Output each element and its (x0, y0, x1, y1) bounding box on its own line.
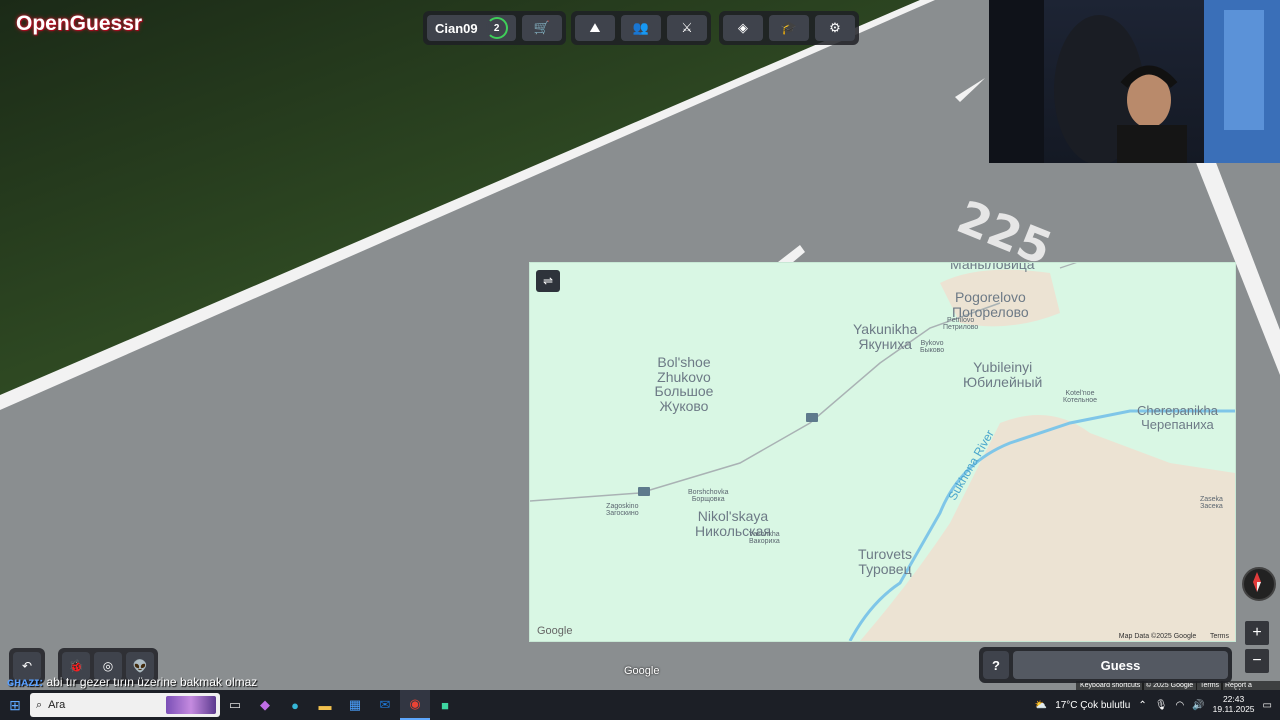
copilot-app[interactable]: ◆ (250, 690, 280, 720)
search-highlight-image (166, 696, 216, 714)
user-profile-button[interactable]: Cian09 2 (427, 15, 516, 41)
map-label-kotelnoe: Kotel'noe Котельное (1063, 390, 1097, 405)
map-label-manylovitsa: Маныловица (950, 262, 1035, 272)
taskbar-search-box[interactable]: ⌕ Ara (30, 693, 220, 717)
system-tray: ⛅ 17°C Çok bulutlu ⌃ 🎙 ◠ 🔊 22:43 19.11.2… (1035, 690, 1280, 720)
map-label-yubileinyi: Yubileinyi Юбилейный (963, 359, 1043, 390)
chrome-icon: ◉ (409, 696, 421, 711)
chat-text: abi tır gezer tırın üzerine bakmak olmaz (46, 675, 258, 689)
level-badge: 2 (485, 17, 508, 39)
podium-icon: ⛰ (589, 20, 601, 35)
file-explorer-app[interactable]: ▬ (310, 690, 340, 720)
wifi-icon[interactable]: ◠ (1175, 700, 1184, 711)
map-label-yakunikha: Yakunikha Якуниха (853, 321, 918, 352)
streamer-webcam (989, 0, 1280, 163)
duels-button[interactable]: ⚔ (667, 15, 707, 41)
settings-button[interactable]: ⚙ (815, 15, 855, 41)
map-label-cherepanikha: Cherepanikha Черепаниха (1137, 403, 1218, 432)
task-view-icon: ▭ (228, 697, 242, 712)
zoom-in-button[interactable]: + (1245, 621, 1269, 645)
map-label-petrilovo: Petrilovo Петрилово (943, 317, 979, 332)
gear-icon: ⚙ (829, 20, 841, 35)
map-data-text: Map Data ©2025 Google (1118, 633, 1197, 640)
outlook-icon: ✉ (379, 697, 391, 712)
notifications-icon[interactable]: ▭ (1263, 700, 1272, 711)
task-view-button[interactable]: ▭ (220, 690, 250, 720)
zoom-out-button[interactable]: − (1245, 649, 1269, 673)
openguessr-logo[interactable]: OpenGuessr (16, 12, 142, 36)
store-icon: ▦ (348, 697, 362, 712)
map-label-zaseka: Zaseka Засека (1200, 496, 1223, 511)
undo-icon: ↶ (21, 659, 33, 673)
app-icon: ■ (441, 697, 449, 713)
map-attribution: Map Data ©2025 Google Terms (1119, 633, 1229, 640)
clock-date: 19.11.2025 (1212, 704, 1255, 714)
username: Cian09 (435, 20, 478, 36)
multiplayer-button[interactable]: 👥 (621, 15, 661, 41)
toolbar-group-settings: ◈ 🎓 ⚙ (719, 11, 859, 45)
map-label-pogorelovo: Pogorelovo Погорелово (952, 289, 1029, 320)
weather-icon: ⛅ (1034, 699, 1048, 711)
leaderboard-button[interactable]: ⛰ (575, 15, 615, 41)
search-icon: ⌕ (36, 698, 43, 711)
map-terms-link[interactable]: Terms (1210, 633, 1229, 640)
edge-app[interactable]: ● (280, 690, 310, 720)
chevron-up-icon[interactable]: ⌃ (1138, 700, 1146, 711)
map-label-bolshoe-zhukovo: Bol'shoe Zhukovo Большое Жуково (654, 354, 714, 415)
map-google-watermark: Google (537, 625, 573, 637)
copilot-icon: ◆ (260, 697, 270, 712)
layers-button[interactable]: ◈ (723, 15, 763, 41)
reddit-icon: 👽 (132, 659, 148, 673)
learn-button[interactable]: 🎓 (769, 15, 809, 41)
edge-icon: ● (291, 697, 299, 713)
weather-text[interactable]: 17°C Çok bulutlu (1055, 700, 1130, 711)
toolbar-group-modes: ⛰ 👥 ⚔ (571, 11, 711, 45)
map-label-vakorikha: Vakorikha Вакориха (749, 531, 780, 546)
guess-panel: ? Guess (979, 647, 1232, 683)
volume-icon[interactable]: 🔊 (1192, 700, 1204, 711)
toolbar-group-user: Cian09 2 🛒 (423, 11, 566, 45)
streetview-google-watermark: Google (624, 665, 660, 677)
outlook-app[interactable]: ✉ (370, 690, 400, 720)
cart-icon: 🛒 (533, 20, 550, 35)
windows-taskbar: ⊞ ⌕ Ara ▭ ◆ ● ▬ ▦ ✉ ◉ ■ ⛅ 17°C Çok bulut… (0, 690, 1280, 720)
microsoft-store-app[interactable]: ▦ (340, 690, 370, 720)
swords-icon: ⚔ (681, 20, 693, 35)
users-icon: 👥 (632, 20, 650, 35)
chrome-app[interactable]: ◉ (400, 690, 430, 720)
stream-chat-message: ɢʜᴀᴢɪ: abi tır gezer tırın üzerine bakma… (7, 675, 257, 689)
map-label-borshchovka: Borshchovka Борщовка (688, 489, 729, 504)
taskbar-clock[interactable]: 22:43 19.11.2025 (1212, 694, 1255, 715)
chat-username: ɢʜᴀᴢɪ: (7, 675, 44, 689)
shop-button[interactable]: 🛒 (521, 15, 562, 41)
discord-icon: ◎ (102, 659, 114, 673)
windows-start-button[interactable]: ⊞ (0, 690, 30, 720)
stream-app[interactable]: ■ (430, 690, 460, 720)
windows-logo-icon: ⊞ (9, 696, 21, 713)
sliders-icon: ⇌ (542, 274, 554, 288)
guess-button[interactable]: Guess (1013, 651, 1228, 679)
compass-icon[interactable] (1242, 567, 1276, 601)
folder-icon: ▬ (318, 697, 332, 713)
bug-icon: 🐞 (68, 659, 84, 673)
microphone-icon[interactable]: 🎙 (1155, 700, 1168, 711)
map-label-zagoskino: Zagoskino Загоскино (606, 503, 639, 518)
map-label-bykovo: Bykovo Быково (920, 340, 945, 355)
help-button[interactable]: ? (983, 651, 1009, 679)
guess-map[interactable]: Маныловица Pogorelovo Погорелово Yakunikh… (529, 262, 1236, 642)
graduation-cap-icon: 🎓 (780, 20, 798, 35)
taskbar-search-placeholder: Ara (48, 699, 66, 711)
map-label-turovets: Turovets Туровец (858, 546, 912, 577)
layers-icon: ◈ (738, 20, 748, 35)
map-terrain (530, 263, 1235, 641)
map-settings-button[interactable]: ⇌ (536, 270, 560, 292)
